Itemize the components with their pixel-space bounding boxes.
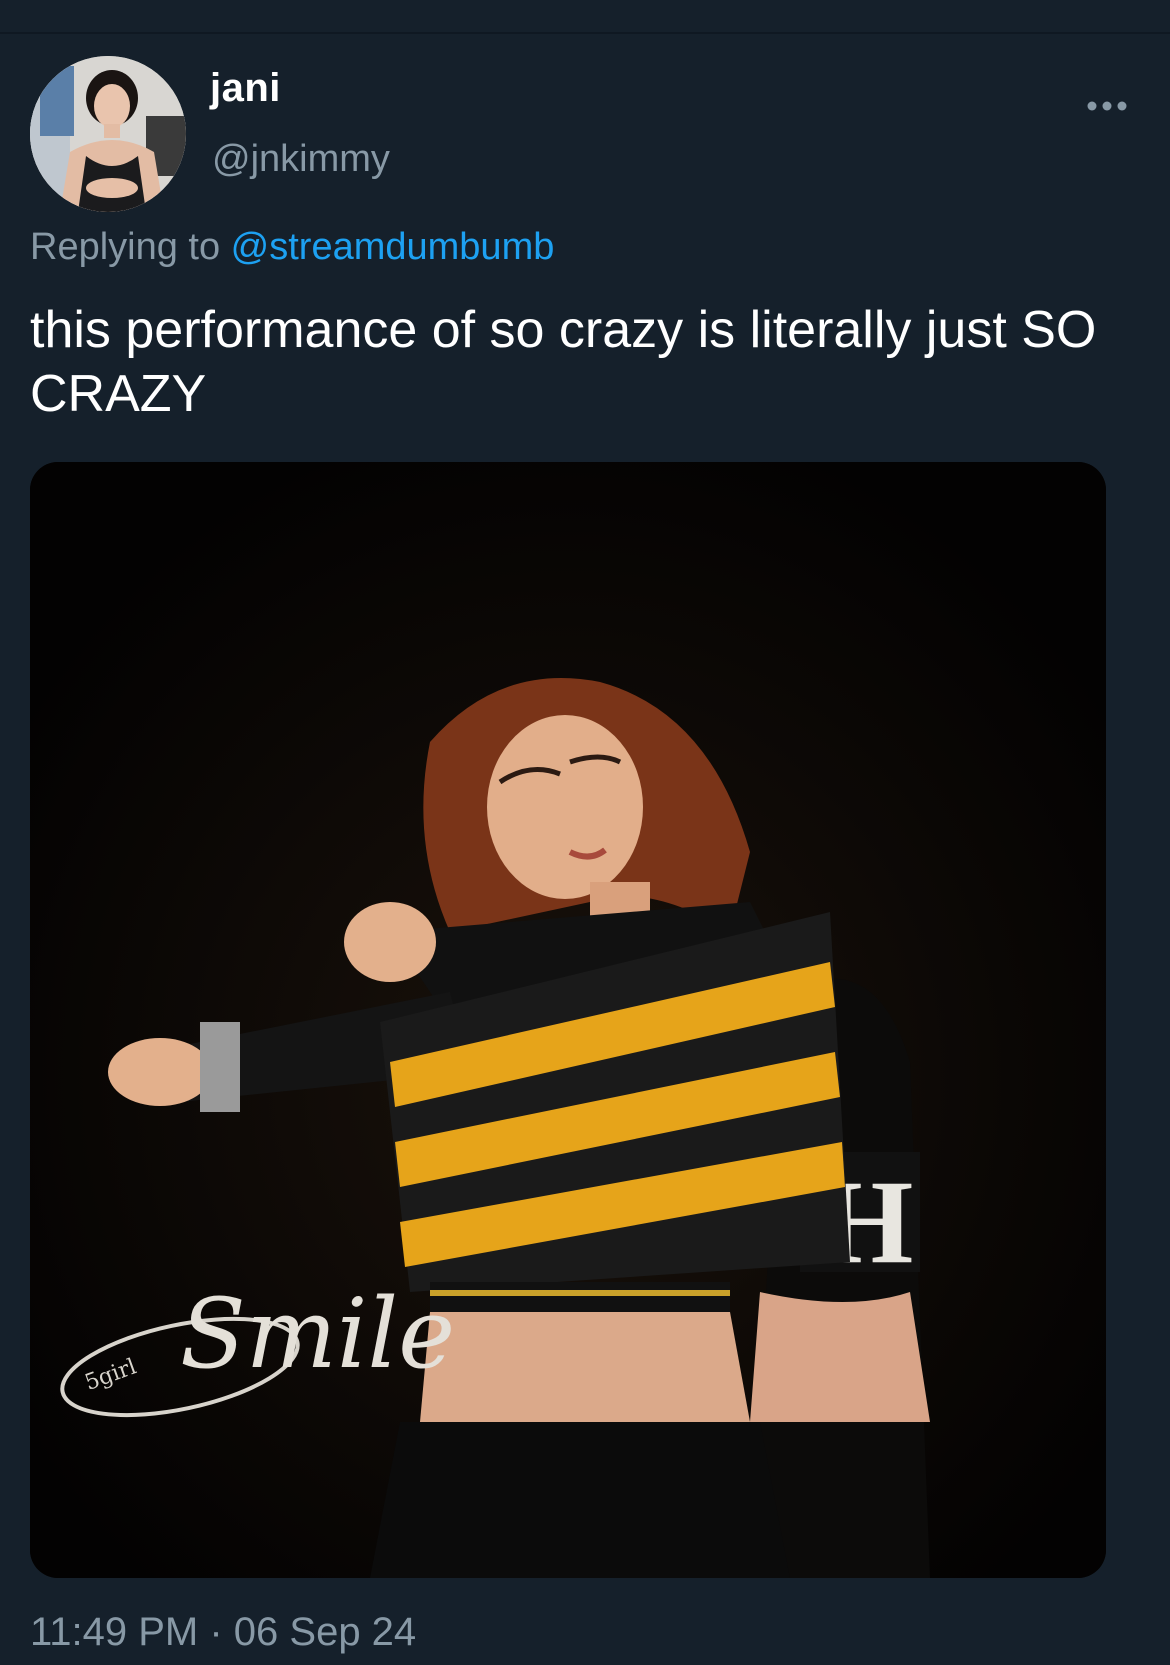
reply-mention-link[interactable]: @streamdumbumb: [231, 226, 555, 268]
tweet-text: this performance of so crazy is literall…: [30, 301, 1097, 423]
profile-photo: [30, 56, 186, 212]
author-display-name[interactable]: jani: [210, 66, 281, 111]
tweet-timestamp[interactable]: 11:49 PM · 06 Sep 24: [30, 1610, 416, 1655]
replying-to: Replying to @streamdumbumb: [30, 226, 554, 269]
author-avatar[interactable]: [30, 56, 186, 212]
tweet-photo[interactable]: H 5girl Smile: [30, 462, 1106, 1578]
watermark-text: Smile: [180, 1278, 455, 1390]
performance-photo: H 5girl Smile: [30, 462, 1106, 1578]
author-handle[interactable]: @jnkimmy: [212, 138, 390, 181]
replying-to-label: Replying to: [30, 226, 231, 268]
ellipsis-icon[interactable]: [1084, 92, 1130, 120]
top-divider: [0, 32, 1170, 34]
